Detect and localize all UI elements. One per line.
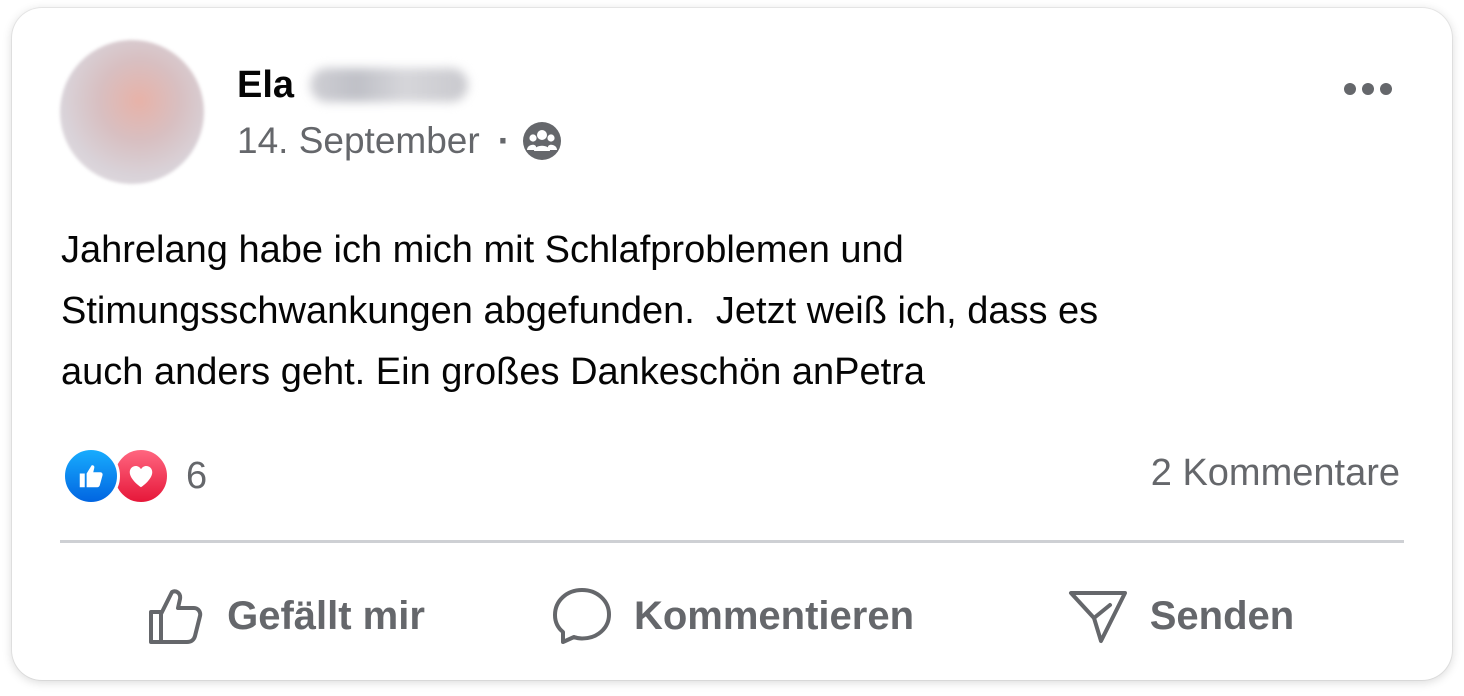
- send-button[interactable]: Senden: [956, 568, 1404, 664]
- redacted-surname: [310, 68, 469, 102]
- author-name[interactable]: Ela: [237, 64, 294, 107]
- more-dot: [1362, 83, 1374, 95]
- reactions-summary[interactable]: 6: [62, 446, 207, 506]
- post-meta: 14. September ·: [237, 118, 562, 164]
- post-text: Jahrelang habe ich mich mit Schlafproble…: [61, 229, 1099, 393]
- reaction-count[interactable]: 6: [186, 455, 207, 498]
- action-bar: Gefällt mir Kommentieren Senden: [60, 568, 1404, 664]
- like-reaction-icon: [62, 447, 120, 505]
- send-icon: [1068, 591, 1127, 643]
- more-options-icon[interactable]: [1336, 72, 1400, 106]
- post-date[interactable]: 14. September: [237, 120, 480, 162]
- comments-count[interactable]: 2 Kommentare: [1151, 452, 1400, 495]
- love-reaction-icon: [112, 447, 170, 505]
- more-dot: [1344, 83, 1356, 95]
- author-header: Ela: [237, 62, 469, 108]
- thumbs-up-icon: [149, 589, 203, 644]
- comment-button[interactable]: Kommentieren: [508, 568, 956, 664]
- group-audience-icon[interactable]: [522, 121, 562, 161]
- meta-separator: ·: [497, 120, 511, 161]
- author-avatar[interactable]: [60, 40, 204, 184]
- comment-bubble-icon: [552, 588, 611, 644]
- like-button[interactable]: Gefällt mir: [60, 568, 508, 664]
- post-card: Ela 14. September · Jahrelang habe ich m…: [12, 8, 1452, 680]
- more-dot: [1380, 83, 1392, 95]
- send-label: Senden: [1149, 593, 1295, 638]
- comment-label: Kommentieren: [633, 593, 915, 638]
- like-label: Gefällt mir: [227, 593, 425, 638]
- divider: [60, 540, 1404, 543]
